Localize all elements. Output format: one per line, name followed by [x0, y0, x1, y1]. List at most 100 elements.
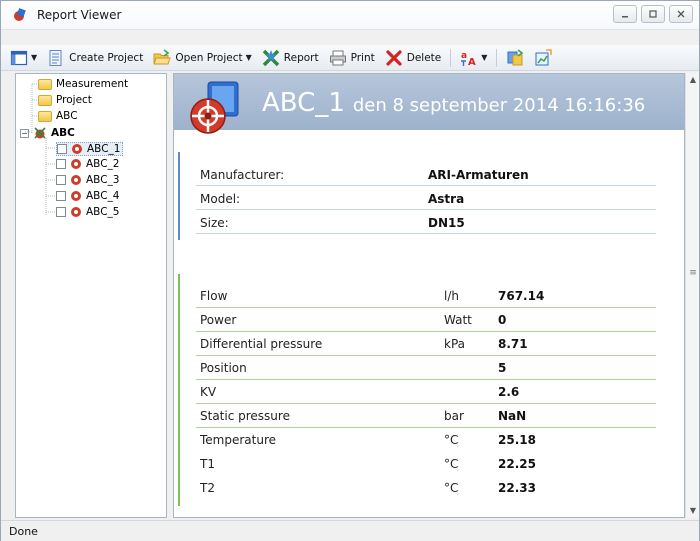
measurement-value: 8.71: [498, 337, 528, 351]
tree-item-label: ABC_4: [86, 190, 120, 202]
toolbar-separator: [450, 48, 452, 67]
measurement-label: Temperature: [200, 433, 277, 447]
toolbar-separator: [496, 48, 498, 67]
import-icon: [507, 48, 524, 65]
device-label: Size:: [200, 216, 229, 230]
device-row: Size: DN15: [196, 212, 656, 234]
window-layout-icon: [10, 50, 28, 65]
create-project-button[interactable]: Create Project: [44, 47, 146, 69]
measurement-row: Position 5: [196, 356, 656, 380]
measurement-value: 2.6: [498, 385, 520, 399]
toolbar: ▼ Create Project Open Project ▼ Report P…: [1, 45, 699, 71]
report-name: ABC_1: [262, 88, 345, 118]
measurement-label: Power: [200, 313, 237, 327]
project-tree: Measurement Project ABC − ABC ABC_1 ABC_: [15, 73, 167, 518]
print-button[interactable]: Print: [326, 47, 378, 69]
measurement-row: T2 °C 22.33: [196, 476, 656, 500]
print-label: Print: [350, 51, 375, 64]
measurement-label: T1: [200, 457, 215, 471]
language-button[interactable]: a A ▼: [457, 47, 490, 69]
measurement-unit: kPa: [444, 337, 465, 351]
delete-label: Delete: [406, 51, 442, 64]
delete-button[interactable]: Delete: [382, 47, 445, 69]
device-info-section: Manufacturer: ARI-Armaturen Model: Astra…: [178, 146, 660, 256]
minimize-button[interactable]: [613, 5, 637, 23]
device-value: Astra: [428, 192, 465, 206]
tree-connector-lines: [24, 83, 56, 216]
measurement-row: Temperature °C 25.18: [196, 428, 656, 452]
section-accent-line: [178, 274, 180, 506]
status-bar: Done: [1, 520, 699, 541]
measurement-value: 22.33: [498, 481, 536, 495]
vertical-scrollbar[interactable]: ▲ ≡ ▼: [685, 73, 699, 518]
scroll-grip-icon[interactable]: ≡: [689, 269, 697, 278]
measurements-section: Flow l/h 767.14 Power Watt 0 Differentia…: [178, 274, 660, 514]
measurement-value: 767.14: [498, 289, 545, 303]
measurement-row: Differential pressure kPa 8.71: [196, 332, 656, 356]
measurement-value: 0: [498, 313, 507, 327]
tree-item-label: ABC_5: [86, 206, 120, 218]
new-document-icon: [49, 49, 62, 66]
report-pane: ABC_1 den 8 september 2014 16:16:36 Manu…: [173, 73, 685, 518]
measurement-row: KV 2.6: [196, 380, 656, 404]
open-project-label: Open Project: [175, 51, 243, 64]
measurement-unit: bar: [444, 409, 464, 423]
report-icon: [262, 49, 280, 66]
minimize-icon: [622, 16, 628, 18]
scroll-down-icon[interactable]: ▼: [686, 504, 700, 518]
open-project-button[interactable]: Open Project ▼: [150, 47, 254, 69]
device-row: Model: Astra: [196, 188, 656, 210]
report-title: ABC_1 den 8 september 2014 16:16:36: [262, 88, 645, 118]
device-label: Manufacturer:: [200, 168, 285, 182]
report-label: Report: [283, 51, 319, 64]
measurement-row: Flow l/h 767.14: [196, 284, 656, 308]
tree-item-label: ABC_3: [86, 174, 120, 186]
svg-text:A: A: [468, 57, 476, 67]
close-button[interactable]: [669, 5, 693, 23]
measurement-value: 25.18: [498, 433, 536, 447]
measurement-label: Differential pressure: [200, 337, 323, 351]
measurement-unit: Watt: [444, 313, 472, 327]
tree-item-label: ABC_2: [86, 158, 120, 170]
svg-text:a: a: [461, 51, 467, 61]
measurement-label: Position: [200, 361, 247, 375]
measurement-label: KV: [200, 385, 217, 399]
window-title: Report Viewer: [37, 8, 122, 22]
scroll-up-icon[interactable]: ▲: [686, 73, 700, 87]
tree-item-label: ABC_1: [87, 143, 121, 155]
measurement-row: Power Watt 0: [196, 308, 656, 332]
delete-icon: [386, 49, 402, 66]
report-date: den 8 september 2014 16:16:36: [352, 95, 646, 116]
measurement-value: NaN: [498, 409, 527, 423]
import-button[interactable]: [503, 47, 527, 69]
window-controls: [613, 5, 693, 23]
view-menu-button[interactable]: ▼: [7, 47, 40, 69]
printer-icon: [329, 50, 346, 65]
report-button[interactable]: Report: [259, 47, 322, 69]
maximize-icon: [649, 10, 657, 18]
section-accent-line: [178, 152, 180, 240]
chart-export-icon: [535, 48, 553, 65]
maximize-button[interactable]: [641, 5, 665, 23]
measurement-unit: °C: [444, 457, 459, 471]
measurement-value: 22.25: [498, 457, 536, 471]
measurement-label: T2: [200, 481, 215, 495]
open-folder-icon: [153, 48, 172, 64]
measurement-row: Static pressure bar NaN: [196, 404, 656, 428]
measurement-label: Flow: [200, 289, 228, 303]
measurement-label: Static pressure: [200, 409, 290, 423]
export-button[interactable]: [531, 47, 555, 69]
app-icon: [14, 8, 26, 21]
chevron-down-icon: ▼: [31, 53, 38, 62]
chevron-down-icon: ▼: [245, 53, 252, 62]
measurement-unit: °C: [444, 433, 459, 447]
status-text: Done: [9, 525, 38, 538]
measurement-value: 5: [498, 361, 507, 375]
close-icon: [677, 10, 685, 18]
report-banner: ABC_1 den 8 september 2014 16:16:36: [174, 74, 684, 134]
device-value: ARI-Armaturen: [428, 168, 529, 182]
title-bar: Report Viewer: [1, 1, 699, 30]
device-value: DN15: [428, 216, 465, 230]
device-label: Model:: [200, 192, 241, 206]
create-project-label: Create Project: [69, 51, 144, 64]
